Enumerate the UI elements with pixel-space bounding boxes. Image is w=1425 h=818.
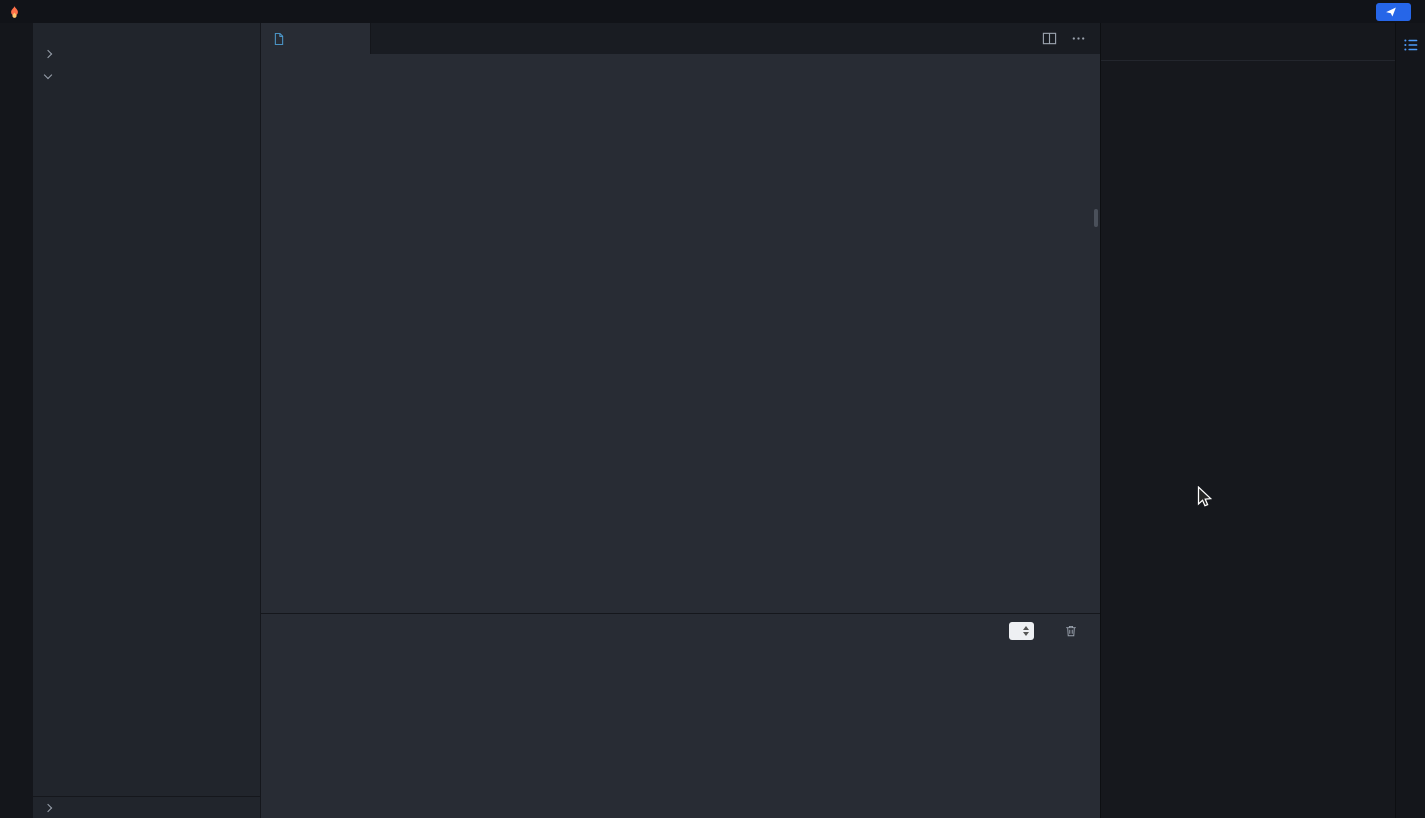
publish-button[interactable] (1376, 2, 1411, 21)
open-editors-section[interactable] (33, 43, 260, 65)
materials-tabbar (1101, 23, 1395, 61)
jsx-file-icon (271, 31, 287, 47)
workspace-root[interactable] (33, 65, 260, 87)
output-console[interactable] (261, 647, 1100, 818)
materials-panel (1100, 23, 1395, 818)
chevron-right-icon (43, 803, 53, 813)
panel-controls (1009, 621, 1088, 640)
sidebar-title (33, 23, 260, 43)
right-activitybar (1395, 23, 1425, 818)
explorer-sidebar (33, 23, 261, 818)
split-editor-icon[interactable] (1042, 31, 1057, 46)
select-arrows-icon (1023, 625, 1029, 636)
output-channel-select[interactable] (1009, 621, 1034, 640)
editor-tab-index-jsx[interactable] (261, 23, 371, 54)
file-tree (33, 87, 260, 796)
titlebar-app (8, 5, 27, 19)
titlebar (0, 0, 1425, 23)
chevron-right-icon (43, 49, 53, 59)
editor-scrollbar[interactable] (1094, 209, 1098, 227)
more-actions-icon[interactable] (1071, 31, 1086, 46)
chevron-down-icon (43, 71, 53, 81)
activitybar (0, 23, 33, 818)
app-logo-icon (8, 5, 21, 19)
paper-plane-icon (1385, 6, 1397, 18)
bottom-panel (261, 613, 1100, 818)
titlebar-right (1376, 2, 1417, 21)
app-window (0, 0, 1425, 818)
materials-body (1101, 61, 1395, 818)
editor-tabbar (261, 23, 1100, 54)
breadcrumb (261, 54, 1100, 79)
panel-tabbar (261, 614, 1100, 647)
clear-output-icon[interactable] (1064, 624, 1078, 638)
materials-list-icon[interactable] (1402, 36, 1420, 54)
outline-section[interactable] (33, 796, 260, 818)
main-area (0, 23, 1425, 818)
editor-actions (1042, 23, 1100, 54)
editor-group (261, 23, 1100, 818)
code-area[interactable] (261, 79, 1100, 613)
